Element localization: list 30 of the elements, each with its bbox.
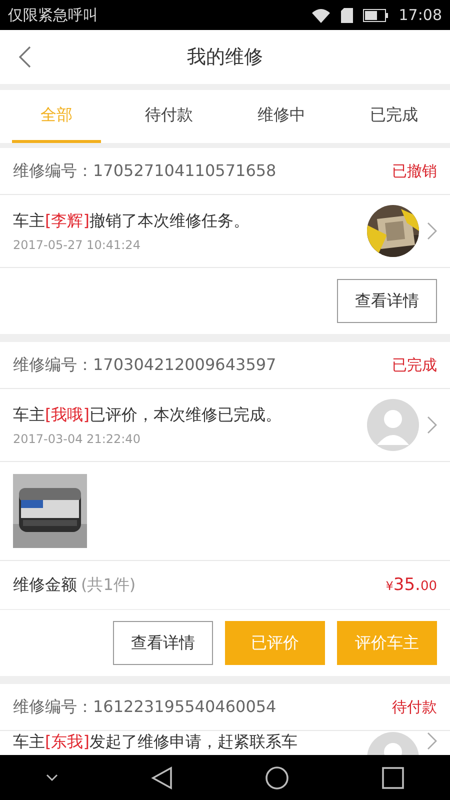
battery-icon xyxy=(362,8,389,22)
details-button[interactable]: 查看详情 xyxy=(113,621,213,665)
order-time: 2017-03-04 21:22:40 xyxy=(13,432,142,446)
filter-tab[interactable]: 维修中 xyxy=(237,90,326,143)
order-status: 已完成 xyxy=(392,356,437,374)
filter-tab[interactable]: 待付款 xyxy=(124,90,213,143)
clock-text: 17:08 xyxy=(398,6,442,24)
chevron-down-icon[interactable] xyxy=(46,774,58,782)
filter-tab[interactable]: 已完成 xyxy=(350,90,438,143)
back-icon[interactable] xyxy=(150,766,173,790)
recents-icon[interactable] xyxy=(382,766,404,788)
avatar-icon xyxy=(367,399,419,451)
item-count: (共1件) xyxy=(81,574,136,596)
page-title: 我的维修 xyxy=(186,45,264,70)
order-message: 车主[东我]发起了维修申请，赶紧联系车 xyxy=(13,732,298,753)
sim-icon xyxy=(340,8,353,22)
amount-value: ¥35.00 xyxy=(386,575,437,595)
order-status: 已撤销 xyxy=(392,162,437,180)
carrier-text: 仅限紧急呼叫 xyxy=(8,6,98,24)
order-number: 维修编号：170304212009643597 xyxy=(13,354,276,376)
order-number: 维修编号：161223195540460054 xyxy=(13,696,276,718)
order-status: 待付款 xyxy=(392,698,437,716)
amount-label: 维修金额 xyxy=(13,574,77,596)
order-time: 2017-05-27 10:41:24 xyxy=(13,238,142,252)
details-button[interactable]: 查看详情 xyxy=(337,279,437,323)
wifi-icon xyxy=(310,8,331,22)
order-number: 维修编号：170527104110571658 xyxy=(13,160,276,182)
home-icon[interactable] xyxy=(265,766,290,790)
order-message: 车主[李辉]撤销了本次维修任务。 xyxy=(13,210,250,232)
order-message: 车主[我哦]已评价，本次维修已完成。 xyxy=(13,404,282,426)
